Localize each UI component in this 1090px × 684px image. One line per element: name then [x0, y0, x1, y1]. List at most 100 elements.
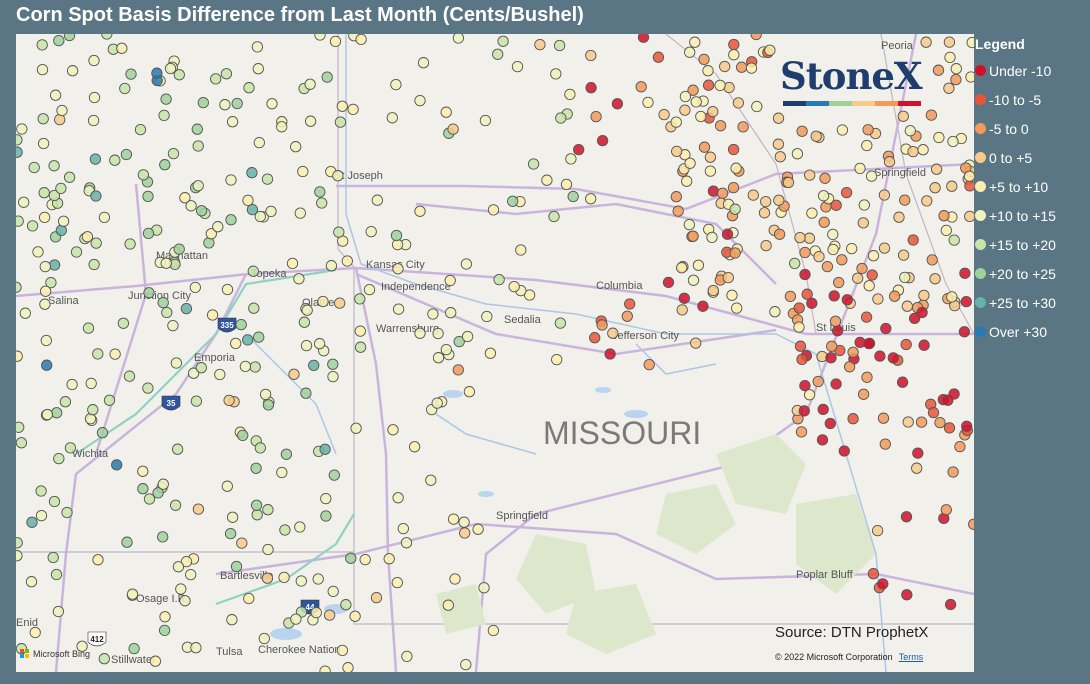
basis-point[interactable]: [92, 348, 104, 360]
basis-point[interactable]: [251, 509, 263, 521]
basis-point[interactable]: [899, 194, 911, 206]
basis-point[interactable]: [320, 510, 332, 522]
basis-point[interactable]: [635, 81, 647, 93]
basis-point[interactable]: [363, 283, 376, 296]
basis-point[interactable]: [729, 203, 741, 215]
basis-point[interactable]: [596, 134, 609, 147]
basis-point[interactable]: [431, 397, 443, 409]
basis-point[interactable]: [652, 51, 665, 63]
basis-point[interactable]: [880, 322, 892, 335]
basis-point[interactable]: [554, 317, 567, 329]
basis-point[interactable]: [862, 124, 874, 136]
basis-point[interactable]: [670, 116, 682, 128]
basis-point[interactable]: [920, 36, 932, 48]
basis-point[interactable]: [66, 65, 79, 77]
basis-point[interactable]: [96, 427, 109, 439]
basis-point[interactable]: [697, 300, 709, 312]
basis-point[interactable]: [237, 429, 249, 442]
basis-point[interactable]: [590, 110, 602, 123]
basis-point[interactable]: [359, 553, 371, 566]
basis-point[interactable]: [866, 269, 878, 281]
basis-point[interactable]: [950, 63, 962, 75]
basis-point[interactable]: [16, 134, 23, 146]
basis-point[interactable]: [812, 375, 824, 388]
basis-point[interactable]: [276, 466, 288, 479]
basis-point[interactable]: [840, 186, 853, 199]
basis-point[interactable]: [860, 311, 873, 323]
basis-point[interactable]: [219, 99, 231, 111]
basis-point[interactable]: [643, 358, 655, 371]
basis-point[interactable]: [810, 130, 822, 142]
basis-point[interactable]: [35, 509, 48, 522]
basis-point[interactable]: [19, 307, 31, 319]
basis-point[interactable]: [567, 190, 579, 203]
basis-point[interactable]: [966, 36, 974, 49]
basis-point[interactable]: [262, 504, 274, 516]
basis-point[interactable]: [355, 34, 367, 46]
legend-item[interactable]: +20 to +25: [975, 259, 1087, 288]
basis-point[interactable]: [61, 506, 73, 519]
basis-point[interactable]: [414, 327, 426, 339]
basis-point[interactable]: [334, 116, 347, 128]
basis-point[interactable]: [676, 304, 688, 316]
basis-point[interactable]: [224, 527, 237, 540]
basis-point[interactable]: [48, 160, 60, 172]
basis-point[interactable]: [286, 257, 299, 270]
basis-point[interactable]: [565, 153, 577, 165]
basis-point[interactable]: [157, 478, 169, 490]
basis-point[interactable]: [883, 156, 896, 168]
basis-point[interactable]: [813, 250, 825, 263]
basis-point[interactable]: [316, 197, 328, 209]
basis-point[interactable]: [670, 191, 682, 203]
basis-point[interactable]: [226, 614, 238, 626]
basis-point[interactable]: [37, 113, 49, 125]
basis-point[interactable]: [573, 143, 585, 156]
basis-point[interactable]: [678, 292, 690, 304]
basis-point[interactable]: [515, 244, 527, 256]
basis-point[interactable]: [253, 136, 265, 149]
basis-point[interactable]: [479, 114, 492, 127]
basis-point[interactable]: [179, 595, 191, 607]
map-area[interactable]: MISSOURI St Joseph Kansas City Independenc…: [16, 34, 974, 672]
basis-point[interactable]: [57, 215, 70, 227]
basis-point[interactable]: [460, 658, 472, 671]
basis-point[interactable]: [195, 205, 208, 217]
basis-point[interactable]: [301, 304, 313, 316]
basis-point[interactable]: [64, 442, 77, 454]
basis-point[interactable]: [432, 352, 445, 364]
basis-point[interactable]: [852, 272, 864, 284]
basis-point[interactable]: [943, 82, 955, 94]
basis-point[interactable]: [40, 334, 52, 347]
basis-point[interactable]: [417, 57, 430, 69]
basis-point[interactable]: [926, 254, 938, 266]
basis-point[interactable]: [221, 480, 233, 492]
basis-point[interactable]: [940, 224, 952, 237]
basis-point[interactable]: [745, 62, 758, 74]
basis-point[interactable]: [961, 420, 973, 432]
basis-point[interactable]: [735, 61, 748, 73]
basis-point[interactable]: [440, 106, 452, 118]
basis-point[interactable]: [560, 178, 573, 191]
basis-point[interactable]: [492, 48, 504, 60]
basis-point[interactable]: [948, 388, 960, 400]
basis-point[interactable]: [308, 359, 320, 372]
basis-point[interactable]: [879, 438, 891, 450]
basis-point[interactable]: [210, 73, 222, 85]
basis-point[interactable]: [159, 159, 171, 171]
basis-point[interactable]: [821, 260, 834, 273]
basis-point[interactable]: [750, 34, 762, 41]
basis-point[interactable]: [16, 350, 23, 362]
basis-point[interactable]: [731, 302, 743, 314]
basis-point[interactable]: [261, 173, 274, 185]
basis-point[interactable]: [747, 189, 759, 201]
basis-point[interactable]: [964, 210, 975, 223]
basis-point[interactable]: [143, 493, 156, 505]
basis-point[interactable]: [798, 405, 810, 417]
basis-point[interactable]: [226, 511, 239, 523]
basis-point[interactable]: [408, 441, 421, 453]
basis-point[interactable]: [160, 93, 172, 105]
basis-point[interactable]: [946, 180, 958, 192]
basis-point[interactable]: [707, 185, 720, 197]
basis-point[interactable]: [847, 346, 859, 358]
basis-point[interactable]: [585, 82, 597, 94]
